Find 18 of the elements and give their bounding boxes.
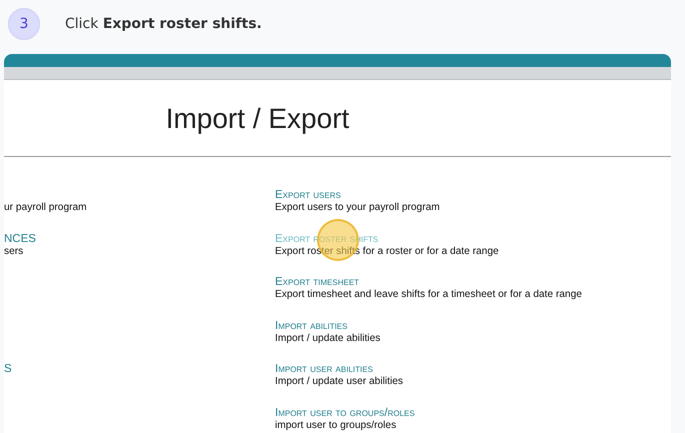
section-description: import user to groups/roles: [275, 420, 398, 432]
step-instruction: Click Export roster shifts.: [65, 16, 262, 32]
section-link[interactable]: S: [4, 363, 275, 376]
section-description: Export timesheet and leave shifts for a timesheet or for a date range: [275, 289, 583, 301]
page-heading: Import / Export: [4, 80, 671, 157]
step-number-badge: 3: [8, 8, 40, 40]
section-description: Import / update user abilities: [275, 376, 404, 388]
section-description: Export users to your payroll program: [275, 202, 441, 214]
section-link[interactable]: Import abilities: [275, 320, 671, 332]
section-link[interactable]: Export timesheet: [275, 276, 671, 289]
section-link[interactable]: NCES: [4, 232, 275, 246]
section-link[interactable]: Import user abilities: [275, 363, 671, 376]
section-description: sers: [4, 246, 24, 258]
section-link[interactable]: Export users: [275, 189, 671, 202]
section-link[interactable]: Import user to groups/roles: [275, 406, 671, 420]
section-description: ur payroll program: [4, 202, 88, 214]
section-description: Export roster shifts for a roster or for a date range: [275, 246, 500, 258]
section-description: Import / update abilities: [275, 332, 382, 344]
